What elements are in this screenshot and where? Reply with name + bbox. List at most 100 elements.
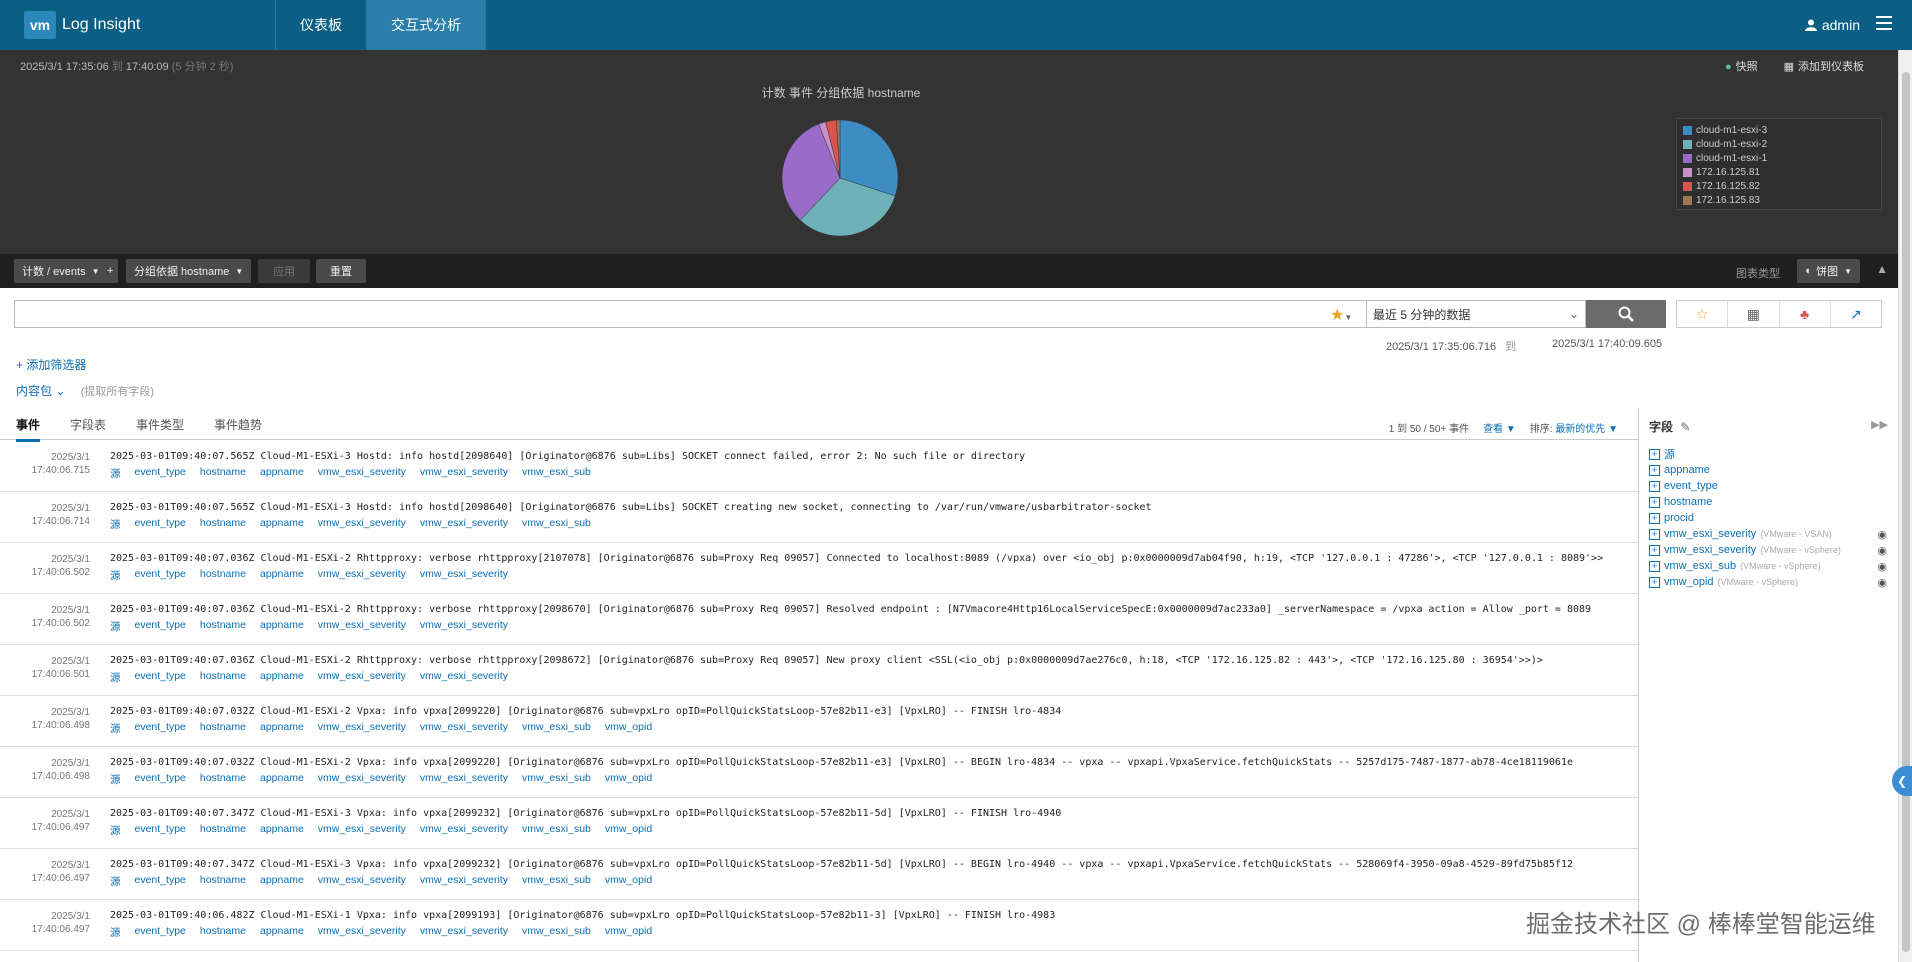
legend-item[interactable]: 172.16.125.81 [1683, 165, 1875, 179]
event-field-tag[interactable]: event_type [135, 670, 186, 685]
event-field-tag[interactable]: vmw_esxi_sub [522, 925, 591, 940]
expand-plus-icon[interactable]: + [1649, 544, 1660, 556]
event-field-tag[interactable]: 源 [110, 823, 121, 838]
event-field-tag[interactable]: vmw_esxi_severity [318, 619, 406, 634]
time-range-select[interactable]: 最近 5 分钟的数据 ⌄ [1366, 300, 1586, 328]
event-field-tag[interactable]: appname [260, 568, 304, 583]
event-field-tag[interactable]: appname [260, 925, 304, 940]
event-field-tag[interactable]: hostname [200, 466, 246, 481]
event-field-tag[interactable]: event_type [135, 466, 186, 481]
event-field-tag[interactable]: vmw_esxi_sub [522, 721, 591, 736]
hamburger-menu-icon[interactable] [1876, 16, 1892, 30]
event-field-tag[interactable]: vmw_opid [605, 721, 652, 736]
eye-icon[interactable]: ◉ [1877, 528, 1887, 541]
event-field-tag[interactable]: vmw_opid [605, 823, 652, 838]
expand-plus-icon[interactable]: + [1649, 576, 1660, 588]
scrollbar-thumb[interactable] [1902, 72, 1910, 952]
field-name[interactable]: vmw_opid [1664, 576, 1714, 588]
event-field-tag[interactable]: 源 [110, 619, 121, 634]
group-by-dropdown[interactable]: 分组依据 hostname ▼ [126, 259, 252, 283]
view-dropdown[interactable]: 查看 ▼ [1483, 420, 1516, 435]
expand-plus-icon[interactable]: + [1649, 560, 1660, 572]
event-field-tag[interactable]: 源 [110, 466, 121, 481]
event-field-tag[interactable]: event_type [135, 721, 186, 736]
event-field-tag[interactable]: vmw_esxi_severity [318, 874, 406, 889]
event-field-tag[interactable]: 源 [110, 772, 121, 787]
event-row[interactable]: 2025/3/1 17:40:06.498 2025-03-01T09:40:07.… [0, 747, 1638, 798]
event-field-tag[interactable]: event_type [135, 823, 186, 838]
reset-button[interactable]: 重置 [316, 259, 366, 283]
event-field-tag[interactable]: hostname [200, 517, 246, 532]
event-field-tag[interactable]: vmw_esxi_severity [318, 517, 406, 532]
field-name[interactable]: vmw_esxi_sub [1664, 560, 1736, 572]
tab-event-types[interactable]: 事件类型 [136, 416, 184, 433]
field-item[interactable]: + vmw_esxi_severity (VMware - VSAN) ◉ [1649, 526, 1889, 542]
event-field-tag[interactable]: hostname [200, 619, 246, 634]
event-field-tag[interactable]: hostname [200, 874, 246, 889]
event-field-tag[interactable]: vmw_opid [605, 874, 652, 889]
event-field-tag[interactable]: vmw_esxi_sub [522, 517, 591, 532]
field-item[interactable]: + hostname [1649, 494, 1889, 510]
event-message[interactable]: 2025-03-01T09:40:06.482Z Cloud-M1-ESXi-1… [110, 910, 1055, 921]
field-item[interactable]: + event_type [1649, 478, 1889, 494]
legend-item[interactable]: cloud-m1-esxi-2 [1683, 137, 1875, 151]
apply-button[interactable]: 应用 [258, 259, 310, 283]
page-scrollbar[interactable] [1898, 50, 1912, 962]
event-field-tag[interactable]: vmw_esxi_severity [420, 568, 508, 583]
event-field-tag[interactable]: hostname [200, 670, 246, 685]
create-alert-button[interactable]: ♣ [1780, 301, 1831, 327]
event-message[interactable]: 2025-03-01T09:40:07.347Z Cloud-M1-ESXi-3… [110, 859, 1573, 870]
expand-plus-icon[interactable]: + [1649, 480, 1660, 492]
event-field-tag[interactable]: event_type [135, 772, 186, 787]
field-name[interactable]: 源 [1664, 446, 1675, 462]
event-field-tag[interactable]: 源 [110, 670, 121, 685]
expand-panel-icon[interactable]: ▶▶ [1871, 418, 1888, 431]
event-field-tag[interactable]: vmw_esxi_severity [318, 670, 406, 685]
chart-type-dropdown[interactable]: ◐ 饼图 ▼ [1797, 259, 1860, 283]
event-message[interactable]: 2025-03-01T09:40:07.036Z Cloud-M1-ESXi-2… [110, 655, 1543, 666]
field-name[interactable]: appname [1664, 464, 1710, 476]
event-row[interactable]: 2025/3/1 17:40:06.715 2025-03-01T09:40:07.… [0, 441, 1638, 492]
event-field-tag[interactable]: vmw_esxi_severity [318, 568, 406, 583]
event-field-tag[interactable]: appname [260, 823, 304, 838]
event-field-tag[interactable]: vmw_esxi_severity [318, 925, 406, 940]
event-field-tag[interactable]: hostname [200, 772, 246, 787]
event-field-tag[interactable]: vmw_esxi_severity [420, 772, 508, 787]
pencil-icon[interactable]: ✎ [1680, 420, 1690, 434]
field-item[interactable]: + vmw_opid (VMware - vSphere) ◉ [1649, 574, 1889, 590]
sort-dropdown[interactable]: 最新的优先 ▼ [1555, 424, 1618, 435]
event-field-tag[interactable]: hostname [200, 568, 246, 583]
event-field-tag[interactable]: event_type [135, 517, 186, 532]
event-message[interactable]: 2025-03-01T09:40:07.032Z Cloud-M1-ESXi-2… [110, 706, 1061, 717]
expand-plus-icon[interactable]: + [1649, 464, 1660, 476]
event-field-tag[interactable]: vmw_esxi_severity [318, 721, 406, 736]
event-field-tag[interactable]: vmw_esxi_severity [420, 721, 508, 736]
legend-item[interactable]: cloud-m1-esxi-1 [1683, 151, 1875, 165]
event-field-tag[interactable]: vmw_esxi_severity [420, 874, 508, 889]
event-field-tag[interactable]: event_type [135, 619, 186, 634]
event-field-tag[interactable]: 源 [110, 721, 121, 736]
event-row[interactable]: 2025/3/1 17:40:06.497 2025-03-01T09:40:06.… [0, 900, 1638, 951]
event-field-tag[interactable]: 源 [110, 517, 121, 532]
eye-icon[interactable]: ◉ [1877, 544, 1887, 557]
expand-plus-icon[interactable]: + [1649, 448, 1660, 460]
count-dropdown[interactable]: 计数 / events ▼ [14, 259, 108, 283]
event-row[interactable]: 2025/3/1 17:40:06.502 2025-03-01T09:40:07.… [0, 594, 1638, 645]
event-field-tag[interactable]: vmw_opid [605, 925, 652, 940]
event-row[interactable]: 2025/3/1 17:40:06.498 2025-03-01T09:40:07.… [0, 696, 1638, 747]
eye-icon[interactable]: ◉ [1877, 576, 1887, 589]
user-menu[interactable]: admin [1804, 0, 1860, 50]
event-field-tag[interactable]: event_type [135, 925, 186, 940]
field-item[interactable]: + appname [1649, 462, 1889, 478]
tab-event-trends[interactable]: 事件趋势 [214, 416, 262, 433]
add-aggregation-button[interactable]: + [102, 259, 119, 283]
add-to-dashboard-button[interactable]: ▦ 添加到仪表板 [1784, 58, 1864, 74]
legend-item[interactable]: 172.16.125.83 [1683, 193, 1875, 207]
tab-dashboards[interactable]: 仪表板 [276, 0, 367, 50]
extract-all-fields-link[interactable]: (提取所有字段) [81, 386, 154, 398]
event-field-tag[interactable]: appname [260, 517, 304, 532]
pie-chart[interactable] [780, 118, 900, 238]
field-name[interactable]: hostname [1664, 496, 1712, 508]
event-field-tag[interactable]: vmw_esxi_sub [522, 772, 591, 787]
event-field-tag[interactable]: vmw_esxi_severity [420, 517, 508, 532]
